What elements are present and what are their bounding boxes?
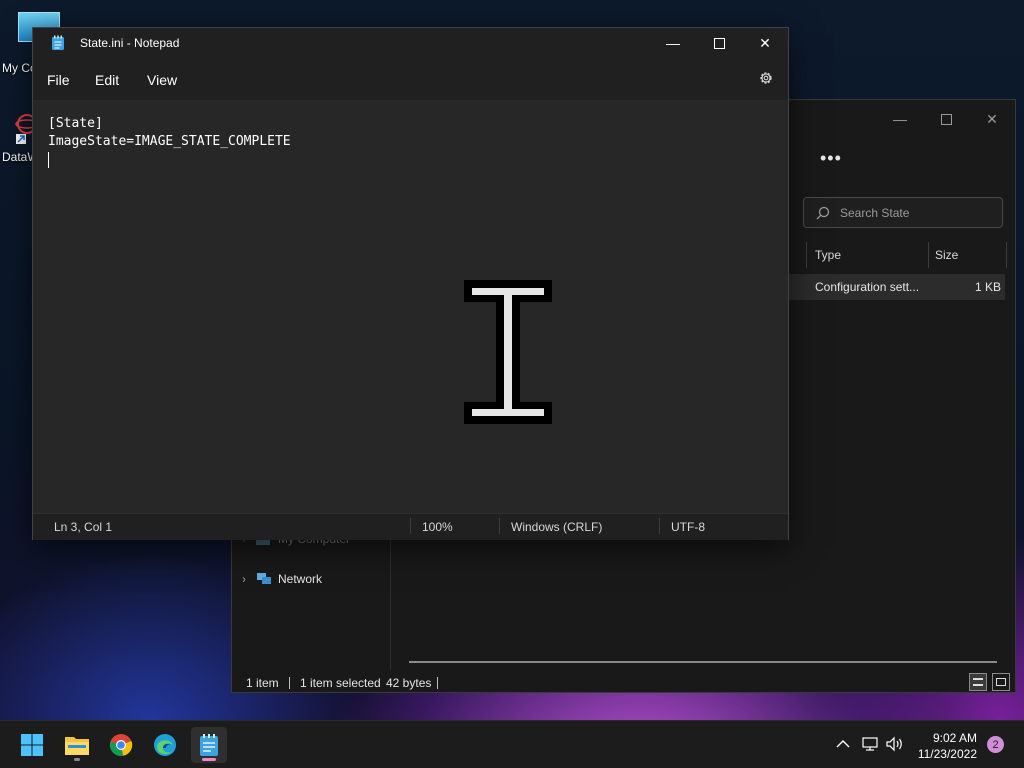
minimize-icon: — bbox=[893, 111, 907, 127]
notepad-window: State.ini - Notepad — ✕ File Edit View [… bbox=[32, 27, 789, 540]
menu-file[interactable]: File bbox=[47, 72, 70, 88]
minimize-icon: — bbox=[666, 35, 680, 51]
status-divider bbox=[499, 518, 500, 534]
start-icon bbox=[21, 734, 43, 756]
minimize-button[interactable]: — bbox=[877, 104, 923, 134]
start-button[interactable] bbox=[14, 727, 50, 763]
pane-divider bbox=[390, 540, 391, 670]
status-encoding: UTF-8 bbox=[671, 520, 705, 534]
more-options-button[interactable]: ••• bbox=[820, 148, 842, 169]
clock-date: 11/23/2022 bbox=[917, 747, 977, 761]
close-button[interactable]: ✕ bbox=[742, 28, 788, 58]
notepad-icon bbox=[200, 734, 218, 756]
chrome-icon bbox=[109, 734, 133, 756]
nav-item-network[interactable]: › Network bbox=[242, 572, 322, 586]
taskbar-notepad[interactable] bbox=[191, 727, 227, 763]
status-divider bbox=[289, 677, 290, 689]
network-icon bbox=[257, 573, 271, 584]
large-icons-view-button[interactable] bbox=[992, 673, 1010, 691]
network-icon bbox=[862, 737, 878, 751]
details-view-icon bbox=[973, 678, 983, 686]
running-indicator bbox=[74, 758, 80, 761]
active-indicator bbox=[202, 758, 216, 761]
maximize-button[interactable] bbox=[696, 28, 742, 58]
notification-badge[interactable]: 2 bbox=[987, 736, 1004, 753]
status-selected: 1 item selected bbox=[300, 676, 381, 690]
close-icon: ✕ bbox=[986, 110, 998, 127]
show-hidden-icons-button[interactable] bbox=[834, 735, 852, 753]
text-editor[interactable]: [State] ImageState=IMAGE_STATE_COMPLETE bbox=[33, 100, 788, 513]
ibeam-cursor-icon bbox=[464, 280, 552, 424]
gear-icon[interactable] bbox=[758, 70, 774, 86]
maximize-icon bbox=[940, 113, 952, 125]
taskbar: 9:02 AM 11/23/2022 2 bbox=[0, 720, 1024, 768]
menu-edit[interactable]: Edit bbox=[95, 72, 119, 88]
volume-icon bbox=[886, 736, 902, 752]
menu-view[interactable]: View bbox=[147, 72, 177, 88]
status-cursor-position: Ln 3, Col 1 bbox=[54, 520, 113, 534]
notepad-title-bar[interactable]: State.ini - Notepad — ✕ bbox=[33, 28, 788, 58]
column-separator[interactable] bbox=[928, 242, 929, 268]
minimize-button[interactable]: — bbox=[650, 28, 696, 58]
close-button[interactable]: ✕ bbox=[969, 104, 1015, 134]
horizontal-scrollbar[interactable] bbox=[409, 661, 997, 663]
file-size: 1 KB bbox=[974, 280, 1001, 294]
editor-line-1: [State] bbox=[48, 116, 103, 131]
nav-label: Network bbox=[278, 572, 323, 586]
status-divider bbox=[410, 518, 411, 534]
large-icons-view-icon bbox=[996, 678, 1006, 686]
close-icon: ✕ bbox=[759, 34, 771, 51]
file-row[interactable]: Configuration sett... 1 KB bbox=[789, 274, 1005, 300]
status-line-ending: Windows (CRLF) bbox=[511, 520, 603, 534]
column-header-type[interactable]: Type bbox=[815, 242, 841, 268]
notepad-status-bar: Ln 3, Col 1 100% Windows (CRLF) UTF-8 bbox=[33, 513, 788, 540]
status-bytes: 42 bytes bbox=[386, 676, 432, 690]
search-box[interactable]: Search State bbox=[803, 197, 1003, 228]
chevron-up-icon bbox=[836, 740, 850, 748]
text-caret bbox=[48, 152, 49, 168]
window-title: State.ini - Notepad bbox=[80, 36, 180, 50]
editor-line-2: ImageState=IMAGE_STATE_COMPLETE bbox=[48, 134, 291, 149]
status-divider bbox=[659, 518, 660, 534]
file-explorer-icon bbox=[65, 737, 89, 755]
status-item-count: 1 item bbox=[246, 676, 279, 690]
taskbar-file-explorer[interactable] bbox=[59, 727, 95, 763]
explorer-status-bar: 1 item 1 item selected 42 bytes bbox=[232, 672, 1015, 694]
explorer-caption-buttons: — ✕ bbox=[877, 104, 1015, 134]
status-zoom: 100% bbox=[422, 520, 453, 534]
notepad-icon bbox=[52, 35, 64, 50]
network-status-button[interactable] bbox=[861, 735, 879, 753]
search-placeholder: Search State bbox=[840, 205, 910, 220]
clock[interactable]: 9:02 AM 11/23/2022 bbox=[918, 730, 977, 762]
menu-bar: File Edit View bbox=[33, 58, 788, 100]
column-separator[interactable] bbox=[806, 242, 807, 268]
column-header-size[interactable]: Size bbox=[935, 242, 958, 268]
chevron-right-icon: › bbox=[242, 572, 246, 586]
edge-icon bbox=[154, 734, 176, 756]
file-type: Configuration sett... bbox=[815, 280, 920, 294]
clock-time: 9:02 AM bbox=[932, 731, 977, 745]
maximize-button[interactable] bbox=[923, 104, 969, 134]
volume-button[interactable] bbox=[886, 735, 904, 753]
search-icon bbox=[816, 206, 830, 219]
taskbar-edge[interactable] bbox=[147, 727, 183, 763]
column-separator[interactable] bbox=[1006, 242, 1007, 268]
maximize-icon bbox=[713, 37, 725, 49]
taskbar-chrome[interactable] bbox=[103, 727, 139, 763]
details-view-button[interactable] bbox=[969, 673, 987, 691]
notepad-caption-buttons: — ✕ bbox=[650, 28, 788, 58]
status-divider bbox=[437, 677, 438, 689]
